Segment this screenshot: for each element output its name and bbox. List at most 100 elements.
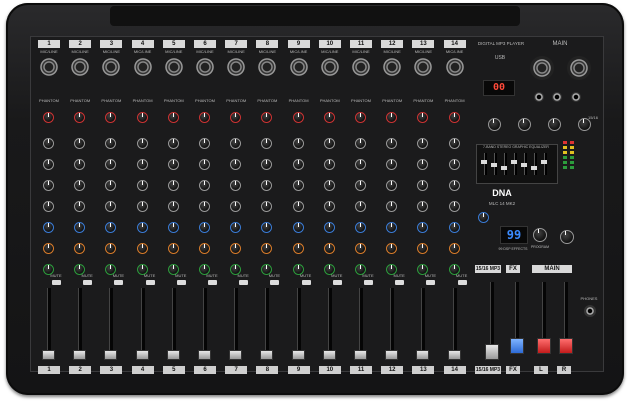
channel-fader[interactable] [447, 350, 461, 360]
channel-knob[interactable] [199, 222, 210, 233]
channel-knob[interactable] [167, 159, 179, 170]
program-knob[interactable] [533, 228, 547, 242]
channel-knob[interactable] [43, 243, 54, 254]
channel-knob[interactable] [292, 243, 304, 254]
eq-band-slider[interactable] [531, 166, 537, 170]
gain-knob[interactable] [292, 112, 304, 123]
mute-button[interactable] [239, 280, 249, 285]
mute-button[interactable] [145, 280, 155, 285]
channel-knob[interactable] [136, 159, 148, 170]
channel-knob[interactable] [199, 138, 210, 149]
channel-knob[interactable] [43, 159, 54, 170]
channel-fader[interactable] [354, 350, 367, 360]
channel-knob[interactable] [167, 180, 179, 191]
mute-button[interactable] [457, 280, 467, 285]
channel-knob[interactable] [43, 138, 54, 149]
channel-fader[interactable] [385, 350, 399, 360]
channel-knob[interactable] [448, 222, 460, 233]
mute-button[interactable] [208, 280, 217, 285]
channel-knob[interactable] [292, 159, 304, 170]
mute-button[interactable] [426, 280, 436, 285]
channel-knob[interactable] [136, 180, 148, 191]
mute-button[interactable] [52, 280, 61, 285]
gain-knob[interactable] [323, 112, 335, 123]
mute-button[interactable] [270, 280, 280, 285]
xlr-input-jack[interactable] [133, 58, 152, 76]
gain-knob[interactable] [448, 112, 460, 123]
channel-knob[interactable] [136, 243, 148, 254]
channel-knob[interactable] [136, 201, 148, 212]
channel-knob[interactable] [323, 201, 335, 212]
channel-knob[interactable] [355, 180, 366, 191]
channel-fader[interactable] [260, 350, 274, 360]
mute-button[interactable] [301, 280, 311, 285]
xlr-input-jack[interactable] [352, 58, 370, 76]
channel-knob[interactable] [199, 243, 210, 254]
gain-knob[interactable] [43, 112, 54, 123]
master-knob[interactable] [578, 118, 591, 131]
phones-knob[interactable] [560, 230, 574, 244]
channel-knob[interactable] [323, 222, 335, 233]
channel-knob[interactable] [199, 180, 210, 191]
main-right-fader[interactable] [559, 338, 573, 354]
main-left-fader[interactable] [537, 338, 551, 354]
fx-knob[interactable] [478, 212, 489, 223]
mute-button[interactable] [114, 280, 124, 285]
channel-fader[interactable] [291, 350, 305, 360]
aux-jack[interactable] [552, 92, 562, 102]
eq-band-slider[interactable] [491, 163, 497, 167]
channel-fader[interactable] [42, 350, 55, 360]
channel-knob[interactable] [167, 243, 179, 254]
channel-knob[interactable] [292, 138, 304, 149]
eq-band-slider[interactable] [521, 163, 527, 167]
channel-knob[interactable] [167, 201, 179, 212]
gain-knob[interactable] [136, 112, 148, 123]
channel-knob[interactable] [167, 138, 179, 149]
eq-band-slider[interactable] [541, 160, 547, 164]
channel-knob[interactable] [43, 180, 54, 191]
channel-knob[interactable] [355, 138, 366, 149]
channel-fader[interactable] [135, 350, 149, 360]
channel-knob[interactable] [136, 222, 148, 233]
mute-button[interactable] [364, 280, 373, 285]
mute-button[interactable] [176, 280, 186, 285]
xlr-input-jack[interactable] [445, 58, 464, 76]
channel-knob[interactable] [355, 243, 366, 254]
aux-jack[interactable] [534, 92, 544, 102]
channel-knob[interactable] [355, 159, 366, 170]
channel-knob[interactable] [292, 201, 304, 212]
channel-knob[interactable] [43, 201, 54, 212]
channel-knob[interactable] [323, 138, 335, 149]
mute-button[interactable] [83, 280, 93, 285]
channel-knob[interactable] [167, 222, 179, 233]
main-out-right-jack[interactable] [567, 56, 591, 80]
mute-button[interactable] [332, 280, 342, 285]
channel-knob[interactable] [355, 201, 366, 212]
channel-knob[interactable] [43, 222, 54, 233]
xlr-input-jack[interactable] [164, 58, 183, 76]
channel-knob[interactable] [355, 222, 366, 233]
channel-knob[interactable] [323, 159, 335, 170]
master-knob[interactable] [548, 118, 561, 131]
channel-knob[interactable] [448, 138, 460, 149]
channel-knob[interactable] [448, 159, 460, 170]
master-knob[interactable] [518, 118, 531, 131]
main-out-left-jack[interactable] [530, 56, 554, 80]
xlr-input-jack[interactable] [320, 58, 339, 76]
stereo-fader[interactable] [485, 344, 499, 360]
channel-knob[interactable] [323, 180, 335, 191]
channel-fader[interactable] [198, 350, 211, 360]
channel-fader[interactable] [322, 350, 336, 360]
channel-knob[interactable] [199, 159, 210, 170]
gain-knob[interactable] [355, 112, 366, 123]
channel-knob[interactable] [292, 222, 304, 233]
channel-knob[interactable] [136, 138, 148, 149]
gain-knob[interactable] [199, 112, 210, 123]
eq-band-slider[interactable] [511, 160, 517, 164]
channel-knob[interactable] [199, 201, 210, 212]
gain-knob[interactable] [167, 112, 179, 123]
channel-knob[interactable] [448, 180, 460, 191]
channel-fader[interactable] [73, 350, 87, 360]
phones-jack[interactable] [584, 305, 596, 317]
eq-band-slider[interactable] [501, 166, 507, 170]
